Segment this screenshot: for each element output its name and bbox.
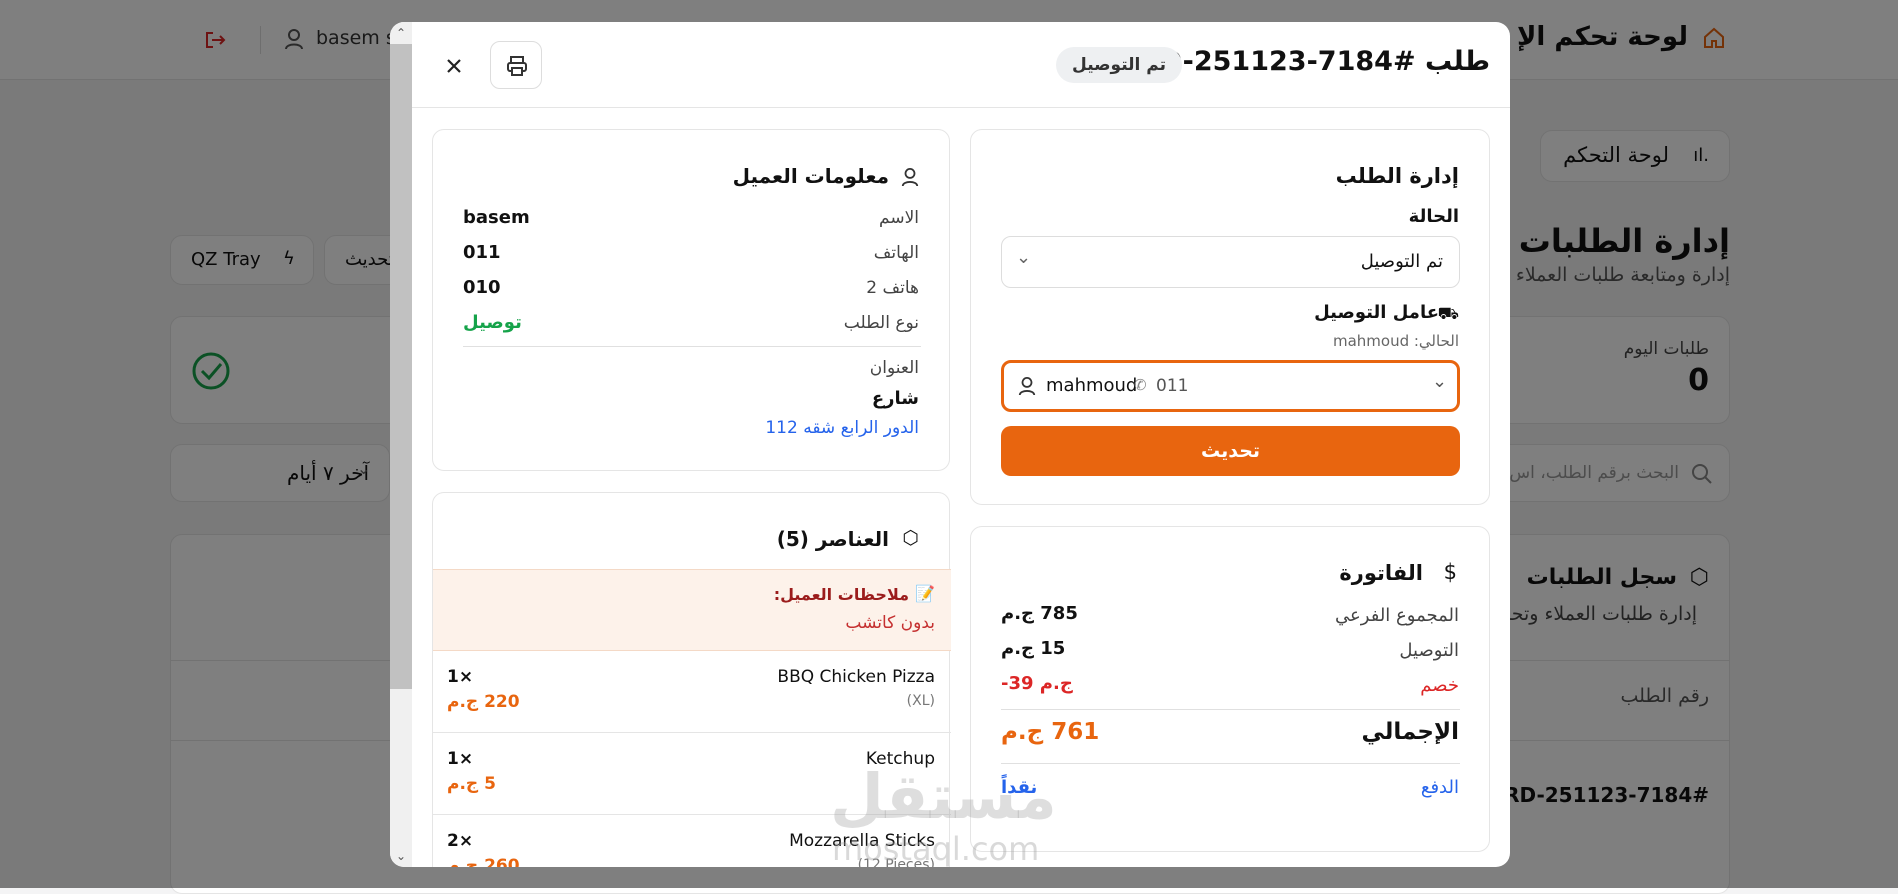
driver-select[interactable]: mahmoud ✆ 011 ⌄	[1001, 360, 1460, 412]
status-select[interactable]: تم التوصيل ⌄	[1001, 236, 1460, 288]
subtotal-value: 785 ج.م	[1001, 603, 1078, 624]
item-price: 260 ج.م	[447, 856, 520, 867]
customer-info-title: معلومات العميل	[732, 164, 889, 188]
phone2-value: 010	[463, 277, 501, 298]
address-line1: شارع	[871, 388, 919, 409]
phone-icon: ✆	[1134, 376, 1147, 394]
name-value: basem	[463, 207, 530, 228]
notes-label: ملاحظات العميل:	[773, 585, 909, 604]
chevron-down-icon: ⌄	[1016, 247, 1032, 268]
box-icon: ⬡	[902, 527, 919, 549]
total-value: 761 ج.م	[1001, 719, 1100, 745]
order-details-modal: ⌃ ⌄ طلب #ORD-251123-7184 تم التوصيل إدار…	[390, 22, 1510, 867]
notes-icon: 📝	[915, 584, 935, 603]
printer-icon	[507, 56, 527, 76]
current-driver: الحالي: mahmoud	[1332, 332, 1459, 350]
driver-label: عامل التوصيل	[1314, 302, 1439, 323]
watermark-logo: مستقل	[830, 760, 1057, 833]
item-qty: 1×	[447, 667, 474, 687]
notes-value: بدون كاتشب	[845, 613, 935, 633]
item-name: BBQ Chicken Pizza	[777, 667, 935, 687]
status-badge: تم التوصيل	[1056, 47, 1182, 83]
scroll-thumb[interactable]	[390, 44, 412, 689]
scrollbar[interactable]: ⌃ ⌄	[390, 22, 412, 867]
subtotal-label: المجموع الفرعي	[1335, 605, 1459, 626]
order-management-title: إدارة الطلب	[1335, 164, 1459, 188]
watermark-url: mostaql.com	[832, 830, 1040, 867]
user-icon	[901, 168, 919, 187]
discount-value: -39 ج.م	[1001, 673, 1073, 694]
invoice-title: الفاتورة	[1339, 561, 1423, 585]
status-select-value: تم التوصيل	[1360, 251, 1443, 272]
modal-header: طلب #ORD-251123-7184 تم التوصيل	[412, 22, 1510, 108]
address-label: العنوان	[869, 358, 919, 378]
divider	[1001, 709, 1460, 710]
divider	[463, 346, 921, 347]
order-type-value: توصيل	[463, 312, 522, 333]
status-label: الحالة	[1408, 206, 1459, 227]
list-item: BBQ Chicken Pizza (XL) 1× 220 ج.م	[433, 651, 951, 733]
name-label: الاسم	[879, 208, 919, 228]
update-button[interactable]: تحديث	[1001, 426, 1460, 476]
item-variant: (XL)	[906, 693, 935, 709]
item-qty: 1×	[447, 749, 474, 769]
items-title: العناصر (5)	[776, 527, 889, 551]
phone2-label: هاتف 2	[866, 278, 919, 298]
discount-label: خصم	[1420, 675, 1459, 696]
driver-name: mahmoud	[1046, 375, 1138, 396]
chevron-down-icon: ⌄	[1432, 371, 1448, 392]
order-management-card: إدارة الطلب الحالة تم التوصيل ⌄ عامل الت…	[970, 129, 1490, 505]
print-button[interactable]	[490, 41, 542, 89]
dollar-icon: $	[1443, 560, 1457, 584]
phone-value: 011	[463, 242, 501, 263]
phone-label: الهاتف	[873, 243, 919, 263]
delivery-label: التوصيل	[1399, 640, 1459, 661]
payment-label: الدفع	[1420, 777, 1459, 798]
divider	[1001, 763, 1460, 764]
scroll-up-arrow[interactable]: ⌃	[390, 24, 412, 42]
driver-phone: 011	[1156, 376, 1189, 396]
item-qty: 2×	[447, 831, 474, 851]
total-label: الإجمالي	[1361, 719, 1459, 745]
user-icon	[1018, 377, 1036, 396]
order-type-label: نوع الطلب	[843, 313, 919, 333]
truck-icon: ⛟	[1437, 304, 1459, 324]
scroll-down-arrow[interactable]: ⌄	[390, 847, 412, 865]
customer-notes: 📝 ملاحظات العميل: بدون كاتشب	[433, 569, 951, 651]
address-line2[interactable]: الدور الرابع شقه 112	[765, 418, 919, 438]
delivery-value: 15 ج.م	[1001, 638, 1066, 659]
close-icon[interactable]	[440, 52, 468, 80]
customer-info-card: معلومات العميل الاسم basem الهاتف 011 ها…	[432, 129, 950, 471]
item-price: 5 ج.م	[447, 774, 496, 794]
item-price: 220 ج.م	[447, 692, 520, 712]
